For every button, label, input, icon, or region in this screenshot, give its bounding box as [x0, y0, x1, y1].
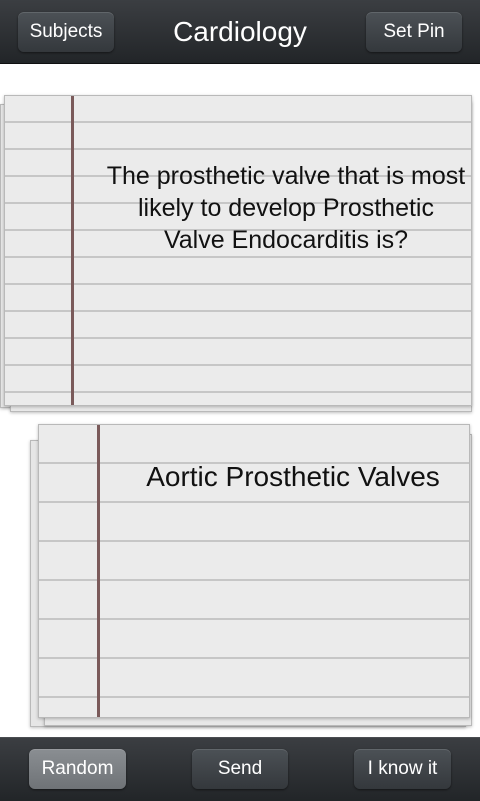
question-card[interactable]: The prosthetic valve that is most likely… [4, 95, 472, 406]
page-title: Cardiology [173, 16, 307, 47]
random-button[interactable]: Random [29, 749, 126, 789]
top-bar: Subjects Cardiology Set Pin [0, 0, 480, 64]
i-know-it-button[interactable]: I know it [354, 749, 451, 789]
send-button[interactable]: Send [192, 749, 288, 789]
answer-card[interactable]: Aortic Prosthetic Valves [38, 424, 470, 718]
subjects-button[interactable]: Subjects [18, 12, 114, 52]
set-pin-button[interactable]: Set Pin [366, 12, 462, 52]
bottom-bar: Random Send I know it [0, 737, 480, 801]
answer-text: Aortic Prosthetic Valves [146, 461, 440, 492]
question-text: The prosthetic valve that is most likely… [106, 162, 466, 254]
